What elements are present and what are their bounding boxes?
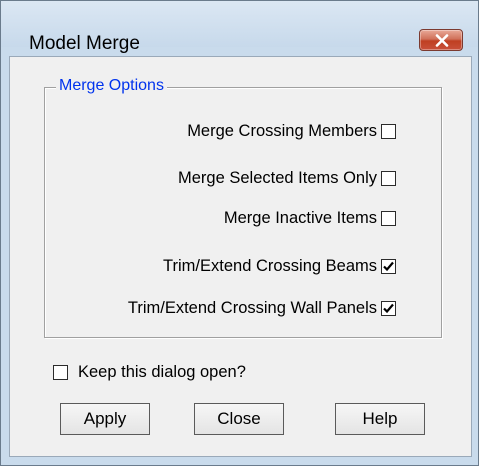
model-merge-dialog: Model Merge Merge Options Merge Crossing… [0,0,479,466]
option-merge-selected-items-only[interactable]: Merge Selected Items Only [178,167,396,189]
merge-selected-items-only-checkbox[interactable] [381,170,396,186]
merge-options-legend: Merge Options [56,77,167,95]
close-button[interactable]: Close [194,403,284,435]
checkmark-icon [383,303,394,313]
keep-dialog-open-option[interactable]: Keep this dialog open? [53,361,246,383]
keep-dialog-open-label: Keep this dialog open? [78,362,246,381]
checkmark-icon [383,261,394,271]
window-title: Model Merge [29,33,140,54]
option-trim-extend-crossing-beams[interactable]: Trim/Extend Crossing Beams [163,255,396,277]
option-label: Merge Inactive Items [223,208,377,227]
help-button[interactable]: Help [335,403,425,435]
dialog-body: Merge Options Merge Crossing Members Mer… [9,56,472,457]
close-x-icon [435,34,449,47]
trim-extend-crossing-beams-checkbox[interactable] [381,258,396,274]
option-label: Trim/Extend Crossing Wall Panels [127,298,377,317]
title-bar[interactable]: Model Merge [1,1,478,54]
trim-extend-crossing-wall-panels-checkbox[interactable] [381,300,396,316]
close-window-button[interactable] [419,29,463,51]
option-label: Merge Crossing Members [187,121,377,140]
merge-crossing-members-checkbox[interactable] [381,123,396,139]
keep-dialog-open-checkbox[interactable] [53,364,68,380]
option-label: Trim/Extend Crossing Beams [163,256,377,275]
option-merge-crossing-members[interactable]: Merge Crossing Members [187,120,396,142]
option-merge-inactive-items[interactable]: Merge Inactive Items [224,207,396,229]
option-label: Merge Selected Items Only [178,168,377,187]
apply-button[interactable]: Apply [60,403,150,435]
merge-inactive-items-checkbox[interactable] [381,210,396,226]
option-trim-extend-crossing-wall-panels[interactable]: Trim/Extend Crossing Wall Panels [128,297,396,319]
